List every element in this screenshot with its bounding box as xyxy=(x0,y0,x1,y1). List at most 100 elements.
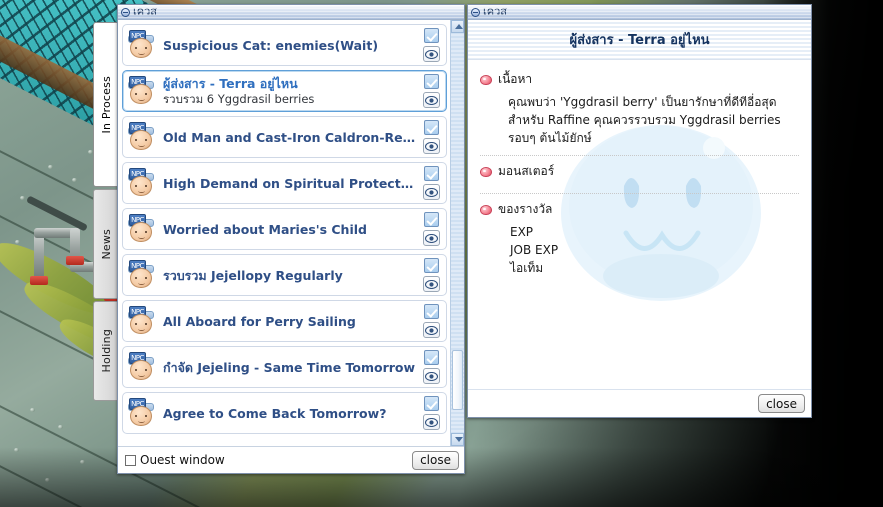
npc-face xyxy=(130,314,152,334)
quest-row-controls xyxy=(420,212,442,246)
checkbox-unchecked-icon[interactable] xyxy=(125,454,136,466)
quest-list-titlebar[interactable]: เควส xyxy=(118,5,464,20)
npc-portrait-icon: NPC xyxy=(127,305,157,337)
pipe-segment xyxy=(34,232,44,280)
eye-icon[interactable] xyxy=(422,184,440,200)
quest-list-close-button[interactable]: close xyxy=(412,450,459,470)
sidebar-tab-holding[interactable]: Holding xyxy=(93,301,118,401)
quest-track-checkbox[interactable] xyxy=(423,28,439,43)
quest-text-group: รวบรวม Jejellopy Regularly xyxy=(163,268,420,283)
quest-list-item[interactable]: NPC Suspicious Cat: enemies(Wait) xyxy=(122,24,447,66)
quest-detail-quest-title: ผู้ส่งสาร - Terra อยู่ไหน xyxy=(569,33,710,48)
npc-portrait-icon: NPC xyxy=(127,167,157,199)
sidebar-tab-news-label: News xyxy=(99,228,113,260)
section-header: ของรางวัล xyxy=(480,200,799,219)
quest-list-item[interactable]: NPC Worried about Maries's Child xyxy=(122,208,447,250)
poring-bullet-icon xyxy=(480,74,492,85)
npc-face xyxy=(130,38,152,58)
quest-track-checkbox[interactable] xyxy=(423,212,439,227)
quest-list-item[interactable]: NPC Old Man and Cast-Iron Caldron-Regula… xyxy=(122,116,447,158)
sidebar-tab-in-process[interactable]: In Process xyxy=(93,22,118,187)
quest-window-toggle-label: Ouest window xyxy=(140,453,225,467)
quest-list-item[interactable]: NPC Agree to Come Back Tomorrow? xyxy=(122,392,447,434)
eye-icon[interactable] xyxy=(422,322,440,338)
quest-list-item[interactable]: NPC All Aboard for Perry Sailing xyxy=(122,300,447,342)
quest-track-checkbox[interactable] xyxy=(423,396,439,411)
quest-detail-section-description: เนื้อหา คุณพบว่า 'Yggdrasil berry' เป็นย… xyxy=(480,70,799,156)
quest-track-checkbox[interactable] xyxy=(423,166,439,181)
quest-category-tabs: In Process News Holding xyxy=(93,22,118,403)
section-header: เนื้อหา xyxy=(480,70,799,89)
eye-icon[interactable] xyxy=(422,276,440,292)
quest-track-checkbox[interactable] xyxy=(423,120,439,135)
quest-detail-title: เควส xyxy=(483,5,508,18)
npc-portrait-icon: NPC xyxy=(127,121,157,153)
reward-item: JOB EXP xyxy=(510,243,559,257)
reward-item: ไอเท็ม xyxy=(510,261,544,275)
minimize-circle-icon[interactable] xyxy=(471,7,480,17)
quest-list-item[interactable]: NPC รวบรวม Jejellopy Regularly xyxy=(122,254,447,296)
scrollbar-thumb[interactable] xyxy=(452,350,463,410)
quest-list-scrollbar[interactable] xyxy=(450,20,464,446)
quest-detail-section-rewards: ของรางวัล EXP JOB EXP ไอเท็ม xyxy=(480,200,799,285)
quest-track-checkbox[interactable] xyxy=(423,74,439,89)
quest-text-group: กำจัด Jejeling - Same Time Tomorrow xyxy=(163,360,420,375)
floor-rivet xyxy=(15,240,20,244)
quest-row-controls xyxy=(420,166,442,200)
eye-icon[interactable] xyxy=(422,92,440,108)
section-label: เนื้อหา xyxy=(498,72,533,86)
quest-track-checkbox[interactable] xyxy=(423,350,439,365)
quest-list-item[interactable]: NPC กำจัด Jejeling - Same Time Tomorrow xyxy=(122,346,447,388)
floor-rivet xyxy=(48,165,53,169)
quest-detail-header: ผู้ส่งสาร - Terra อยู่ไหน xyxy=(468,20,811,60)
quest-window-toggle[interactable]: Ouest window xyxy=(125,453,225,467)
quest-detail-window: เควส ผู้ส่งสาร - Terra อยู่ไหน เนื้อหา ค… xyxy=(467,4,812,418)
quest-text-group: Worried about Maries's Child xyxy=(163,222,420,237)
floor-rivet xyxy=(20,196,25,200)
npc-face xyxy=(130,406,152,426)
npc-face xyxy=(130,268,152,288)
quest-list-footer: Ouest window close xyxy=(118,446,464,473)
pipe-ring xyxy=(66,256,84,265)
quest-title: Old Man and Cast-Iron Caldron-Regula... xyxy=(163,129,416,145)
quest-list-scroll-area[interactable]: NPC Suspicious Cat: enemies(Wait) NPC ผู… xyxy=(118,20,450,446)
eye-icon[interactable] xyxy=(422,414,440,430)
quest-detail-section-monsters: มอนสเตอร์ xyxy=(480,162,799,194)
quest-detail-footer: close xyxy=(468,389,811,417)
quest-detail-close-button[interactable]: close xyxy=(758,394,805,413)
quest-detail-body: เนื้อหา คุณพบว่า 'Yggdrasil berry' เป็นย… xyxy=(468,60,811,389)
quest-row-controls xyxy=(420,120,442,154)
npc-face xyxy=(130,360,152,380)
eye-icon[interactable] xyxy=(422,138,440,154)
quest-track-checkbox[interactable] xyxy=(423,258,439,273)
quest-track-checkbox[interactable] xyxy=(423,304,439,319)
eye-icon[interactable] xyxy=(422,368,440,384)
scroll-up-arrow-icon[interactable] xyxy=(451,20,464,33)
section-label: มอนสเตอร์ xyxy=(498,164,555,178)
npc-portrait-icon: NPC xyxy=(127,259,157,291)
quest-list-item[interactable]: NPC ผู้ส่งสาร - Terra อยู่ไหน รวบรวม 6 Y… xyxy=(122,70,447,112)
npc-face xyxy=(130,176,152,196)
quest-row-controls xyxy=(420,350,442,384)
quest-text-group: High Demand on Spiritual Protection ... xyxy=(163,176,420,191)
sidebar-tab-in-process-label: In Process xyxy=(99,75,113,134)
eye-icon[interactable] xyxy=(422,230,440,246)
section-body-text: คุณพบว่า 'Yggdrasil berry' เป็นยารักษาที… xyxy=(508,95,781,145)
eye-icon[interactable] xyxy=(422,46,440,62)
quest-title: High Demand on Spiritual Protection ... xyxy=(163,175,416,191)
quest-list-item[interactable]: NPC High Demand on Spiritual Protection … xyxy=(122,162,447,204)
quest-text-group: Old Man and Cast-Iron Caldron-Regula... xyxy=(163,130,420,145)
poring-bullet-icon xyxy=(480,204,492,215)
quest-detail-titlebar[interactable]: เควส xyxy=(468,5,811,20)
poring-bullet-icon xyxy=(480,166,492,177)
quest-title: Worried about Maries's Child xyxy=(163,221,367,237)
quest-title: กำจัด Jejeling - Same Time Tomorrow xyxy=(163,359,416,375)
game-screen: In Process News Holding เควส NPC Suspici… xyxy=(0,0,883,507)
minimize-circle-icon[interactable] xyxy=(121,7,130,17)
titlebar-stripes xyxy=(118,5,464,19)
npc-portrait-icon: NPC xyxy=(127,397,157,429)
quest-subtitle: รวบรวม 6 Yggdrasil berries xyxy=(163,91,315,106)
section-header: มอนสเตอร์ xyxy=(480,162,799,181)
scroll-down-arrow-icon[interactable] xyxy=(451,433,464,446)
sidebar-tab-news[interactable]: News xyxy=(93,189,118,299)
